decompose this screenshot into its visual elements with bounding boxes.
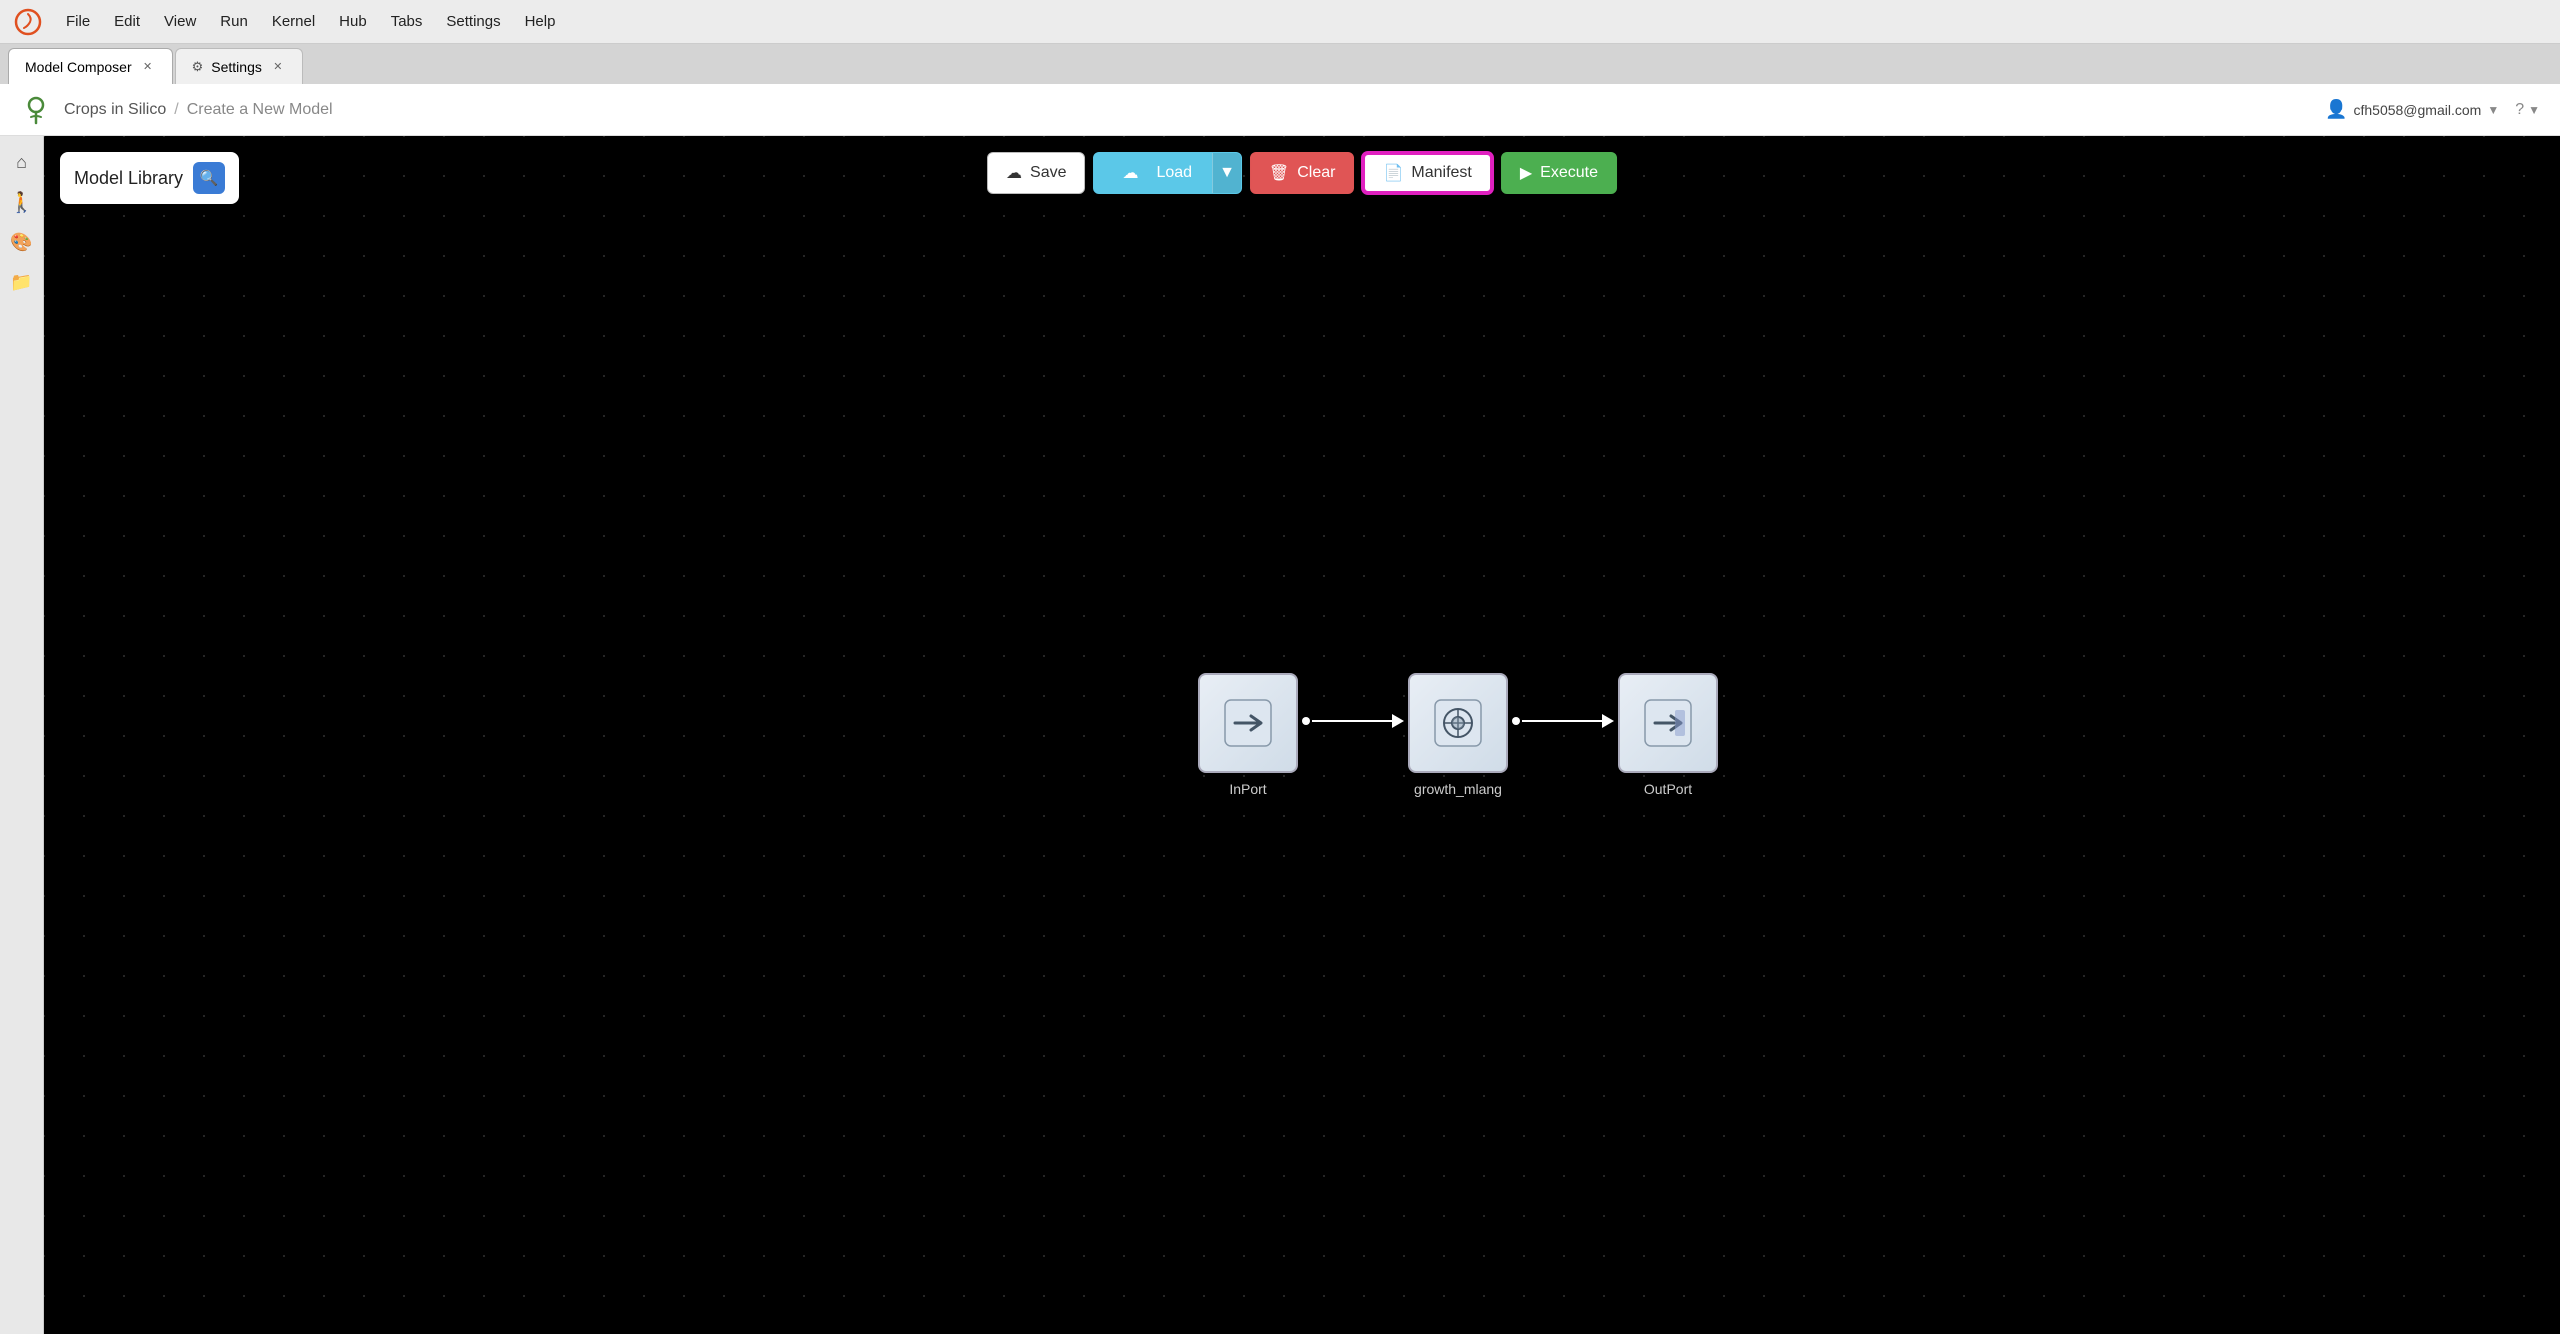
save-button[interactable]: ☁ Save	[987, 152, 1085, 194]
tab-bar: Model Composer ✕ ⚙ Settings ✕	[0, 44, 2560, 84]
user-dropdown-icon: ▼	[2487, 103, 2499, 117]
sidebar-icon-run[interactable]: 🚶	[4, 184, 40, 220]
canvas-area[interactable]: Model Library 🔍 ☁ Save ☁ Load ▼ 🗑 Clear	[44, 136, 2560, 1334]
tab-settings[interactable]: ⚙ Settings ✕	[175, 48, 303, 84]
flow-arrow-1	[1302, 714, 1404, 728]
execute-button[interactable]: ▶ Execute	[1501, 152, 1617, 194]
menu-kernel[interactable]: Kernel	[262, 9, 325, 34]
sidebar-icon-brush[interactable]: 🎨	[4, 224, 40, 260]
model-library-search-button[interactable]: 🔍	[193, 162, 225, 194]
outport-label: OutPort	[1644, 781, 1692, 797]
tab-settings-close[interactable]: ✕	[270, 59, 286, 75]
clear-button[interactable]: 🗑 Clear	[1250, 152, 1355, 194]
manifest-icon: 📄	[1383, 163, 1403, 183]
main-container: ⌂ 🚶 🎨 📁 Model Library 🔍 ☁ Save ☁ Load ▼	[0, 136, 2560, 1334]
user-account[interactable]: 👤 cfh5058@gmail.com ▼	[2325, 99, 2499, 120]
menu-view[interactable]: View	[154, 9, 206, 34]
search-icon: 🔍	[200, 169, 219, 187]
load-button[interactable]: ☁ Load ▼	[1093, 152, 1241, 194]
menu-help[interactable]: Help	[515, 9, 566, 34]
nav-left: Crops in Silico / Create a New Model	[20, 94, 333, 126]
save-label: Save	[1030, 164, 1066, 182]
nav-bar: Crops in Silico / Create a New Model 👤 c…	[0, 84, 2560, 136]
user-icon: 👤	[2325, 99, 2347, 120]
execute-icon: ▶	[1520, 163, 1532, 183]
sidebar-icon-folder[interactable]: 📁	[4, 264, 40, 300]
flow-diagram: InPort growth_ml	[1198, 673, 1718, 797]
outport-box[interactable]	[1618, 673, 1718, 773]
tab-model-composer-close[interactable]: ✕	[140, 59, 156, 75]
menu-settings[interactable]: Settings	[436, 9, 510, 34]
execute-label: Execute	[1540, 164, 1598, 182]
growth-label: growth_mlang	[1414, 781, 1502, 797]
breadcrumb-current: Create a New Model	[187, 101, 333, 119]
flow-arrow-2	[1512, 714, 1614, 728]
load-label: Load	[1156, 164, 1192, 182]
sidebar-icon-home[interactable]: ⌂	[4, 144, 40, 180]
help-dropdown-icon: ▼	[2528, 103, 2540, 117]
load-dropdown[interactable]: ▼	[1212, 153, 1241, 193]
clear-icon: 🗑	[1269, 163, 1289, 183]
breadcrumb: Crops in Silico / Create a New Model	[64, 101, 333, 119]
menu-run[interactable]: Run	[210, 9, 258, 34]
menu-edit[interactable]: Edit	[104, 9, 150, 34]
inport-box[interactable]	[1198, 673, 1298, 773]
menu-tabs[interactable]: Tabs	[381, 9, 433, 34]
breadcrumb-separator: /	[174, 101, 178, 119]
user-email: cfh5058@gmail.com	[2353, 102, 2481, 118]
sidebar: ⌂ 🚶 🎨 📁	[0, 136, 44, 1334]
manifest-label: Manifest	[1411, 164, 1471, 182]
app-logo	[12, 6, 44, 38]
flow-node-outport[interactable]: OutPort	[1618, 673, 1718, 797]
tab-model-composer-label: Model Composer	[25, 59, 132, 75]
breadcrumb-root[interactable]: Crops in Silico	[64, 101, 166, 119]
toolbar: ☁ Save ☁ Load ▼ 🗑 Clear 📄 Manifest ▶	[987, 152, 1617, 194]
help-icon: ?	[2515, 101, 2524, 119]
settings-tab-icon: ⚙	[192, 59, 204, 75]
tab-model-composer[interactable]: Model Composer ✕	[8, 48, 173, 84]
save-icon: ☁	[1006, 163, 1022, 183]
flow-node-growth[interactable]: growth_mlang	[1408, 673, 1508, 797]
menu-bar: File Edit View Run Kernel Hub Tabs Setti…	[0, 0, 2560, 44]
nav-logo	[20, 94, 52, 126]
load-icon: ☁	[1122, 163, 1138, 183]
help-button[interactable]: ? ▼	[2515, 101, 2540, 119]
flow-node-inport[interactable]: InPort	[1198, 673, 1298, 797]
clear-label: Clear	[1297, 164, 1335, 182]
menu-hub[interactable]: Hub	[329, 9, 377, 34]
model-library-panel: Model Library 🔍	[60, 152, 239, 204]
growth-box[interactable]	[1408, 673, 1508, 773]
manifest-button[interactable]: 📄 Manifest	[1362, 152, 1492, 194]
menu-file[interactable]: File	[56, 9, 100, 34]
inport-label: InPort	[1229, 781, 1266, 797]
nav-right: 👤 cfh5058@gmail.com ▼ ? ▼	[2325, 99, 2540, 120]
model-library-label: Model Library	[74, 168, 183, 189]
tab-settings-label: Settings	[211, 59, 262, 75]
